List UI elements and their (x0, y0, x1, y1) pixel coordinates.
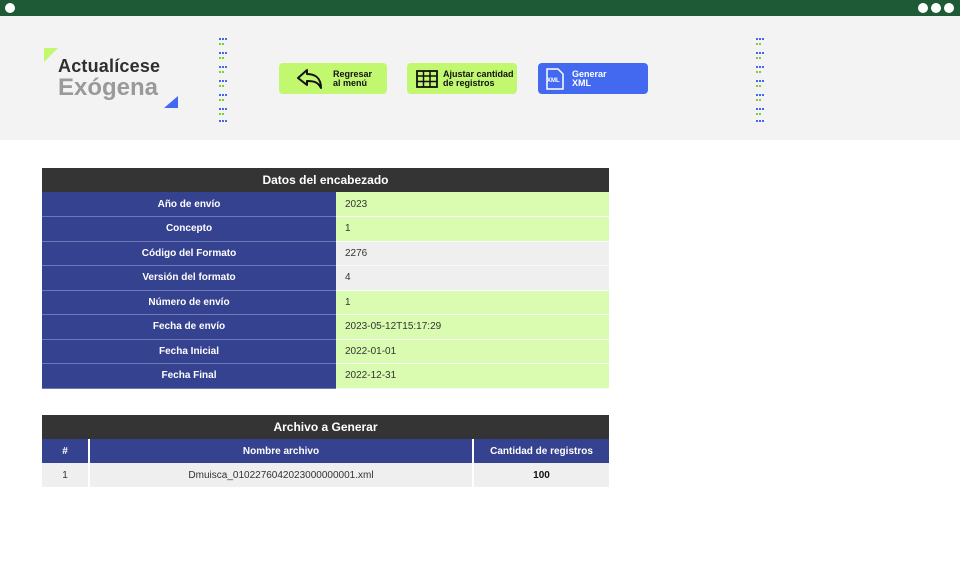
table-row: Fecha Final 2022-12-31 (42, 363, 609, 389)
table-grid-icon (416, 69, 438, 88)
back-arrow-icon (297, 68, 322, 89)
field-value: 1 (336, 290, 609, 315)
field-value: 2023 (336, 192, 609, 217)
field-label: Año de envío (42, 192, 336, 217)
table-row: 1 Dmuisca_0102276042023000000001.xml 100 (42, 463, 609, 487)
file-table: Archivo a Generar # Nombre archivo Canti… (42, 415, 609, 487)
generate-xml-button[interactable]: XML Generar XML (538, 63, 648, 94)
column-header-index: # (42, 439, 90, 463)
decorative-dots-left (219, 38, 227, 122)
field-label: Código del Formato (42, 241, 336, 266)
window-title-bar (0, 0, 960, 16)
window-menu-icon[interactable] (5, 3, 15, 13)
table-row: Versión del formato 4 (42, 265, 609, 291)
header-data-table: Datos del encabezado Año de envío 2023 C… (42, 168, 609, 389)
column-header-count: Cantidad de registros (473, 439, 609, 463)
generate-xml-label: Generar XML (572, 68, 607, 88)
table-row: Código del Formato 2276 (42, 241, 609, 266)
table-row: Número de envío 1 (42, 290, 609, 315)
adjust-records-button[interactable]: Ajustar cantidad de registros (407, 63, 517, 94)
file-table-title: Archivo a Generar (42, 415, 609, 439)
column-header-name: Nombre archivo (89, 439, 474, 463)
window-minimize-icon[interactable] (918, 3, 928, 13)
window-maximize-icon[interactable] (931, 3, 941, 13)
decorative-dots-right (756, 38, 764, 122)
back-to-menu-button[interactable]: Regresar al menú (279, 63, 387, 94)
file-record-count: 100 (473, 463, 609, 487)
field-label: Fecha Final (42, 363, 336, 389)
field-label: Concepto (42, 216, 336, 242)
adjust-records-label: Ajustar cantidad de registros (443, 68, 514, 88)
app-logo: Actualícese Exógena (44, 48, 184, 110)
field-label: Número de envío (42, 290, 336, 315)
app-header: Actualícese Exógena Regresar al menú Aju… (0, 16, 960, 140)
xml-file-icon: XML (545, 67, 564, 90)
field-label: Fecha Inicial (42, 339, 336, 364)
field-value: 2022-12-31 (336, 363, 609, 389)
field-value: 2022-01-01 (336, 339, 609, 364)
field-label: Fecha de envío (42, 314, 336, 340)
table-row: Fecha Inicial 2022-01-01 (42, 339, 609, 364)
xml-file-icon-text: XML (547, 77, 560, 84)
back-to-menu-label: Regresar al menú (333, 68, 373, 88)
table-row: Concepto 1 (42, 216, 609, 242)
file-name: Dmuisca_0102276042023000000001.xml (89, 463, 474, 487)
file-index: 1 (42, 463, 90, 487)
table-row: Año de envío 2023 (42, 192, 609, 217)
header-data-title: Datos del encabezado (42, 168, 609, 192)
field-value: 2023-05-12T15:17:29 (336, 314, 609, 340)
field-value: 4 (336, 265, 609, 291)
field-label: Versión del formato (42, 265, 336, 291)
window-close-icon[interactable] (944, 3, 954, 13)
field-value: 1 (336, 216, 609, 242)
field-value: 2276 (336, 241, 609, 266)
logo-subtitle: Exógena (58, 74, 159, 101)
table-row: Fecha de envío 2023-05-12T15:17:29 (42, 314, 609, 340)
